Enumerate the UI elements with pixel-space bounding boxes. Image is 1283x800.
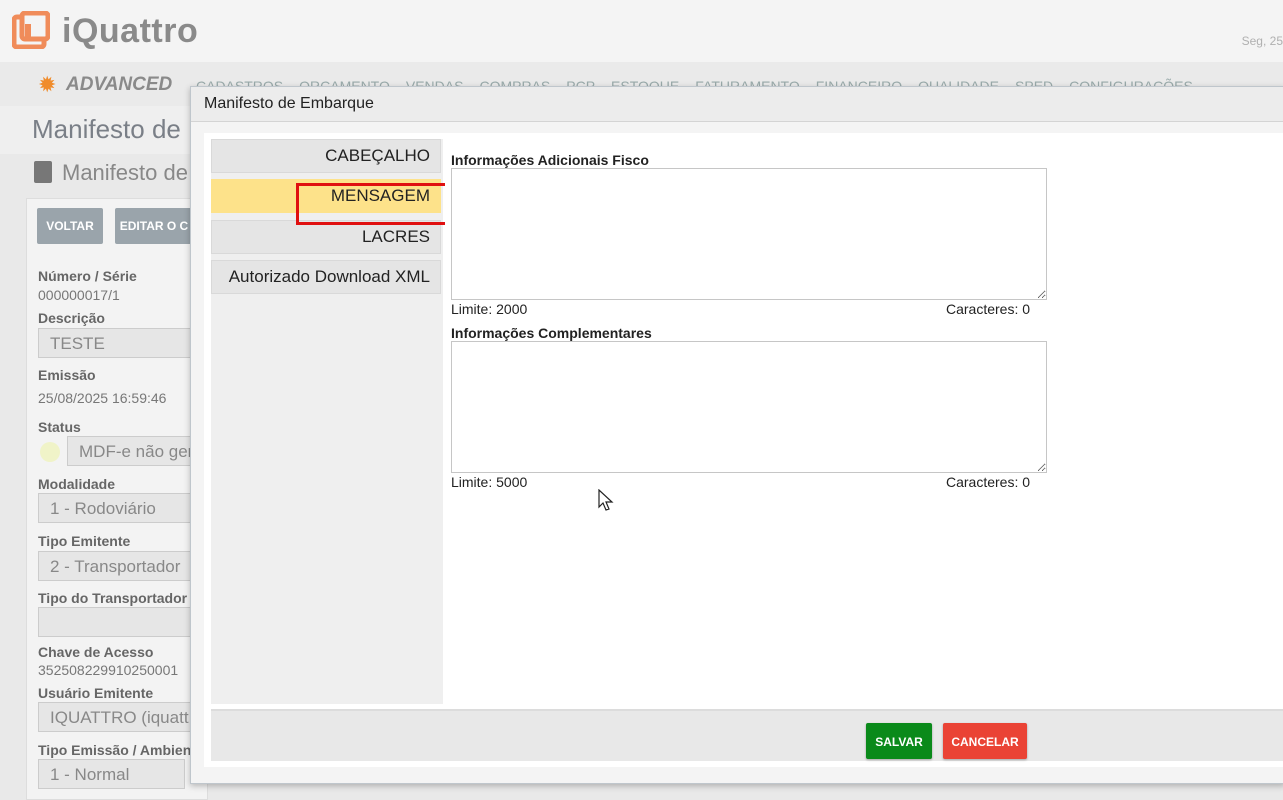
modalidade-label: Modalidade <box>38 476 116 492</box>
mouse-pointer-icon <box>598 489 614 511</box>
complementares-textarea[interactable] <box>451 341 1047 473</box>
tipo-emitente-select[interactable]: 2 - Transportador <box>38 551 198 581</box>
numero-label: Número / Série <box>38 268 137 284</box>
emissao-value: 25/08/2025 16:59:46 <box>38 390 167 406</box>
cancel-button[interactable]: CANCELAR <box>943 723 1027 759</box>
status-indicator-icon <box>40 442 60 462</box>
chave-label: Chave de Acesso <box>38 644 154 660</box>
tipo-emitente-label: Tipo Emitente <box>38 533 131 549</box>
modal-title: Manifesto de Embarque <box>204 95 374 112</box>
back-button[interactable]: VOLTAR <box>37 208 103 244</box>
tab-highlight-box <box>296 183 454 225</box>
numero-value: 000000017/1 <box>38 287 120 303</box>
complementares-limit: Limite: 5000 <box>451 474 528 490</box>
fisco-textarea[interactable] <box>451 168 1047 300</box>
manifesto-modal: Manifesto de Embarque CABEÇALHO MENSAGEM… <box>190 86 1283 784</box>
app-logo-text: iQuattro <box>62 12 199 50</box>
tipo-transportador-select[interactable] <box>38 607 198 637</box>
tab-list: CABEÇALHO MENSAGEM LACRES Autorizado Dow… <box>211 139 454 704</box>
modal-footer: SALVAR CANCELAR <box>211 709 1283 761</box>
emissao-label: Emissão <box>38 367 96 383</box>
complementares-char-count: Caracteres: 0 <box>946 474 1031 490</box>
tab-lacres[interactable]: LACRES <box>211 220 441 254</box>
tipo-emissao-select[interactable]: 1 - Normal <box>38 759 185 789</box>
complementares-label: Informações Complementares <box>451 325 652 341</box>
save-button[interactable]: SALVAR <box>866 723 932 759</box>
section-title-text: Manifesto de <box>62 160 188 185</box>
tipo-transportador-label: Tipo do Transportador <box>38 590 188 606</box>
descricao-label: Descrição <box>38 310 105 326</box>
fisco-label: Informações Adicionais Fisco <box>451 152 649 168</box>
section-title: Manifesto de <box>34 160 188 186</box>
fisco-limit: Limite: 2000 <box>451 301 528 317</box>
clipboard-icon <box>34 161 52 183</box>
date-text: Seg, 25 <box>1241 34 1283 48</box>
status-field[interactable]: MDF-e não ger <box>67 436 198 466</box>
modalidade-select[interactable]: 1 - Rodoviário <box>38 493 198 523</box>
iquattro-logo-icon <box>12 11 50 49</box>
tipo-emissao-label: Tipo Emissão / Ambien <box>38 742 192 758</box>
chave-value: 352508229910250001 <box>38 662 179 678</box>
modal-header: Manifesto de Embarque <box>191 87 1283 122</box>
mensagem-content: Informações Adicionais Fisco Limite: 200… <box>445 139 1283 704</box>
descricao-field[interactable]: TESTE <box>38 328 198 358</box>
fisco-char-count: Caracteres: 0 <box>946 301 1031 317</box>
usuario-field[interactable]: IQUATTRO (iquatt <box>38 702 198 732</box>
tab-autorizado-download-xml[interactable]: Autorizado Download XML <box>211 260 441 294</box>
page-title: Manifesto de <box>32 114 181 144</box>
edition-label: ADVANCED <box>66 74 173 95</box>
status-label: Status <box>38 419 81 435</box>
modal-body: CABEÇALHO MENSAGEM LACRES Autorizado Dow… <box>204 133 1283 767</box>
usuario-label: Usuário Emitente <box>38 685 154 701</box>
edit-button[interactable]: EDITAR O C <box>115 208 193 244</box>
gear-icon: ✹ <box>38 72 57 97</box>
tab-cabecalho[interactable]: CABEÇALHO <box>211 139 441 173</box>
top-bar: iQuattro Seg, 25 <box>0 0 1283 63</box>
